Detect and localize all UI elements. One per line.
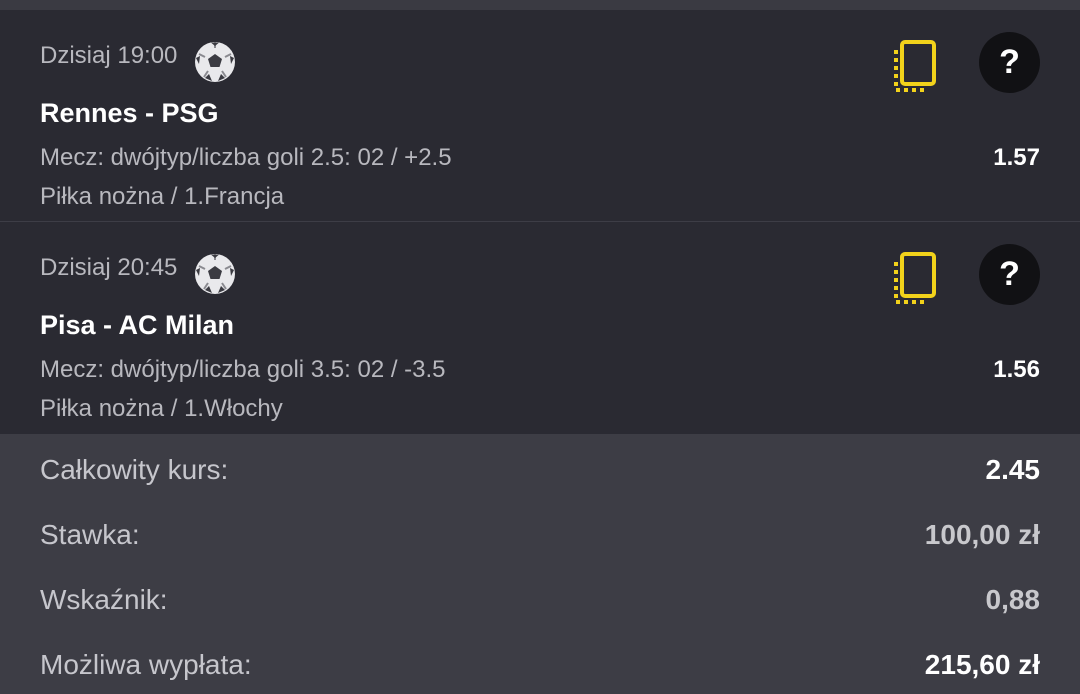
stake-row: Stawka: 100,00 zł [0, 519, 1080, 559]
total-odds-value: 2.45 [985, 454, 1041, 485]
total-odds-row: Całkowity kurs: 2.45 [0, 454, 1080, 494]
bet-time: Dzisiaj 19:00 [40, 42, 178, 69]
stake-label: Stawka: [40, 519, 140, 550]
indicator-value: 0,88 [985, 584, 1041, 615]
stake-value: 100,00 zł [924, 519, 1040, 550]
top-strip [0, 0, 1080, 10]
bet-odd: 1.57 [993, 144, 1040, 171]
indicator-row: Wskaźnik: 0,88 [0, 584, 1080, 624]
bet-item[interactable]: Dzisiaj 20:45 Pisa - AC Milan Mecz: dwój… [0, 222, 1080, 433]
bet-time: Dzisiaj 20:45 [40, 254, 178, 281]
copy-icon[interactable] [890, 250, 940, 306]
bet-league: Piłka nożna / 1.Włochy [40, 395, 283, 422]
soccer-ball-icon [195, 254, 235, 294]
payout-row: Możliwa wypłata: 215,60 zł [0, 649, 1080, 689]
payout-value: 215,60 zł [924, 649, 1040, 680]
match-title: Rennes - PSG [40, 98, 219, 128]
copy-icon[interactable] [890, 38, 940, 94]
total-odds-label: Całkowity kurs: [40, 454, 229, 485]
bet-item[interactable]: Dzisiaj 19:00 Rennes - PSG Mecz: dwójtyp… [0, 10, 1080, 221]
match-title: Pisa - AC Milan [40, 310, 235, 340]
bet-league: Piłka nożna / 1.Francja [40, 183, 285, 210]
help-button[interactable]: ? [979, 244, 1040, 305]
indicator-label: Wskaźnik: [40, 584, 168, 615]
help-button[interactable]: ? [979, 32, 1040, 93]
bet-market: Mecz: dwójtyp/liczba goli 3.5: 02 / -3.5 [40, 356, 446, 383]
bet-market: Mecz: dwójtyp/liczba goli 2.5: 02 / +2.5 [40, 144, 452, 171]
bet-summary: Całkowity kurs: 2.45 Stawka: 100,00 zł W… [0, 434, 1080, 694]
bet-odd: 1.56 [993, 356, 1040, 383]
soccer-ball-icon [195, 42, 235, 82]
payout-label: Możliwa wypłata: [40, 649, 252, 680]
